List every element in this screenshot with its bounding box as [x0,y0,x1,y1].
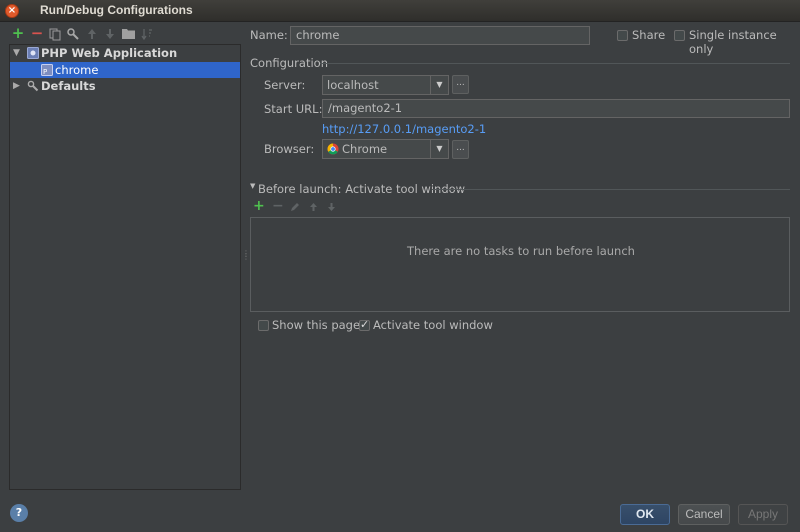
show-this-page-checkbox[interactable] [258,320,269,331]
add-icon[interactable]: + [11,26,25,41]
collapse-arrow-icon[interactable]: ▶ [13,78,20,94]
separator [432,189,790,190]
browser-value: Chrome [342,142,388,156]
start-url-label: Start URL: [264,102,323,116]
browser-browse-button[interactable]: ... [452,140,469,159]
chrome-icon [327,143,339,155]
share-label: Share [632,28,666,42]
server-value: localhost [327,78,379,92]
chevron-down-icon[interactable]: ▼ [430,76,448,94]
server-browse-button[interactable]: ... [452,75,469,94]
browser-label: Browser: [264,142,315,156]
chevron-down-icon[interactable]: ▼ [430,140,448,158]
apply-button[interactable]: Apply [738,504,788,525]
tree-item-defaults[interactable]: ▶ Defaults [10,78,240,94]
remove-icon[interactable]: − [30,26,44,41]
tree-label: Defaults [41,79,96,93]
expand-arrow-icon[interactable]: ▼ [13,45,20,61]
remove-task-icon[interactable]: − [272,199,284,213]
separator [320,63,790,64]
tree-item-chrome[interactable]: P chrome [10,62,240,78]
cancel-button[interactable]: Cancel [678,504,730,525]
tree-label: PHP Web Application [41,46,178,60]
move-task-up-icon[interactable] [309,201,318,215]
move-down-icon[interactable] [103,28,117,42]
browser-combo[interactable]: Chrome ▼ [322,139,449,159]
close-window-button[interactable]: × [5,4,19,18]
add-task-icon[interactable]: + [253,199,265,213]
help-button[interactable]: ? [10,504,28,522]
svg-text:P: P [43,68,47,76]
folder-icon[interactable] [121,28,135,42]
php-icon [27,47,39,59]
php-config-icon: P [41,64,53,76]
name-field[interactable]: chrome [290,26,590,45]
single-instance-label: Single instance only [689,28,777,56]
resolved-url-link[interactable]: http://127.0.0.1/magento2-1 [322,122,486,136]
move-up-icon[interactable] [85,28,99,42]
empty-tasks-message: There are no tasks to run before launch [407,244,635,258]
start-url-field[interactable]: /magento2-1 [322,99,790,118]
before-launch-task-list[interactable]: There are no tasks to run before launch [250,217,790,312]
configuration-tree: ▼ PHP Web Application P chrome ▶ Default… [9,44,241,490]
sort-icon[interactable] [140,28,154,42]
share-checkbox[interactable] [617,30,628,41]
configuration-header: Configuration [250,56,328,70]
wrench-icon [27,80,39,92]
collapse-arrow-icon[interactable]: ▼ [250,182,255,190]
window-title: Run/Debug Configurations [40,3,193,17]
activate-tool-window-label: Activate tool window [373,318,493,332]
tree-item-php-web-application[interactable]: ▼ PHP Web Application [10,45,240,61]
activate-tool-window-checkbox[interactable] [359,318,370,331]
server-label: Server: [264,78,306,92]
show-this-page-label: Show this page [272,318,361,332]
splitter-handle[interactable]: ⋮ ⋮ [242,250,250,261]
single-instance-checkbox[interactable] [674,30,685,41]
server-combo[interactable]: localhost ▼ [322,75,449,95]
move-task-down-icon[interactable] [327,201,336,215]
name-label: Name: [250,28,288,42]
ok-button[interactable]: OK [620,504,670,525]
title-bar: × Run/Debug Configurations [0,0,800,22]
copy-icon[interactable] [48,28,62,42]
edit-defaults-icon[interactable] [66,28,80,42]
edit-task-icon[interactable] [290,201,300,215]
tree-label: chrome [55,63,99,77]
